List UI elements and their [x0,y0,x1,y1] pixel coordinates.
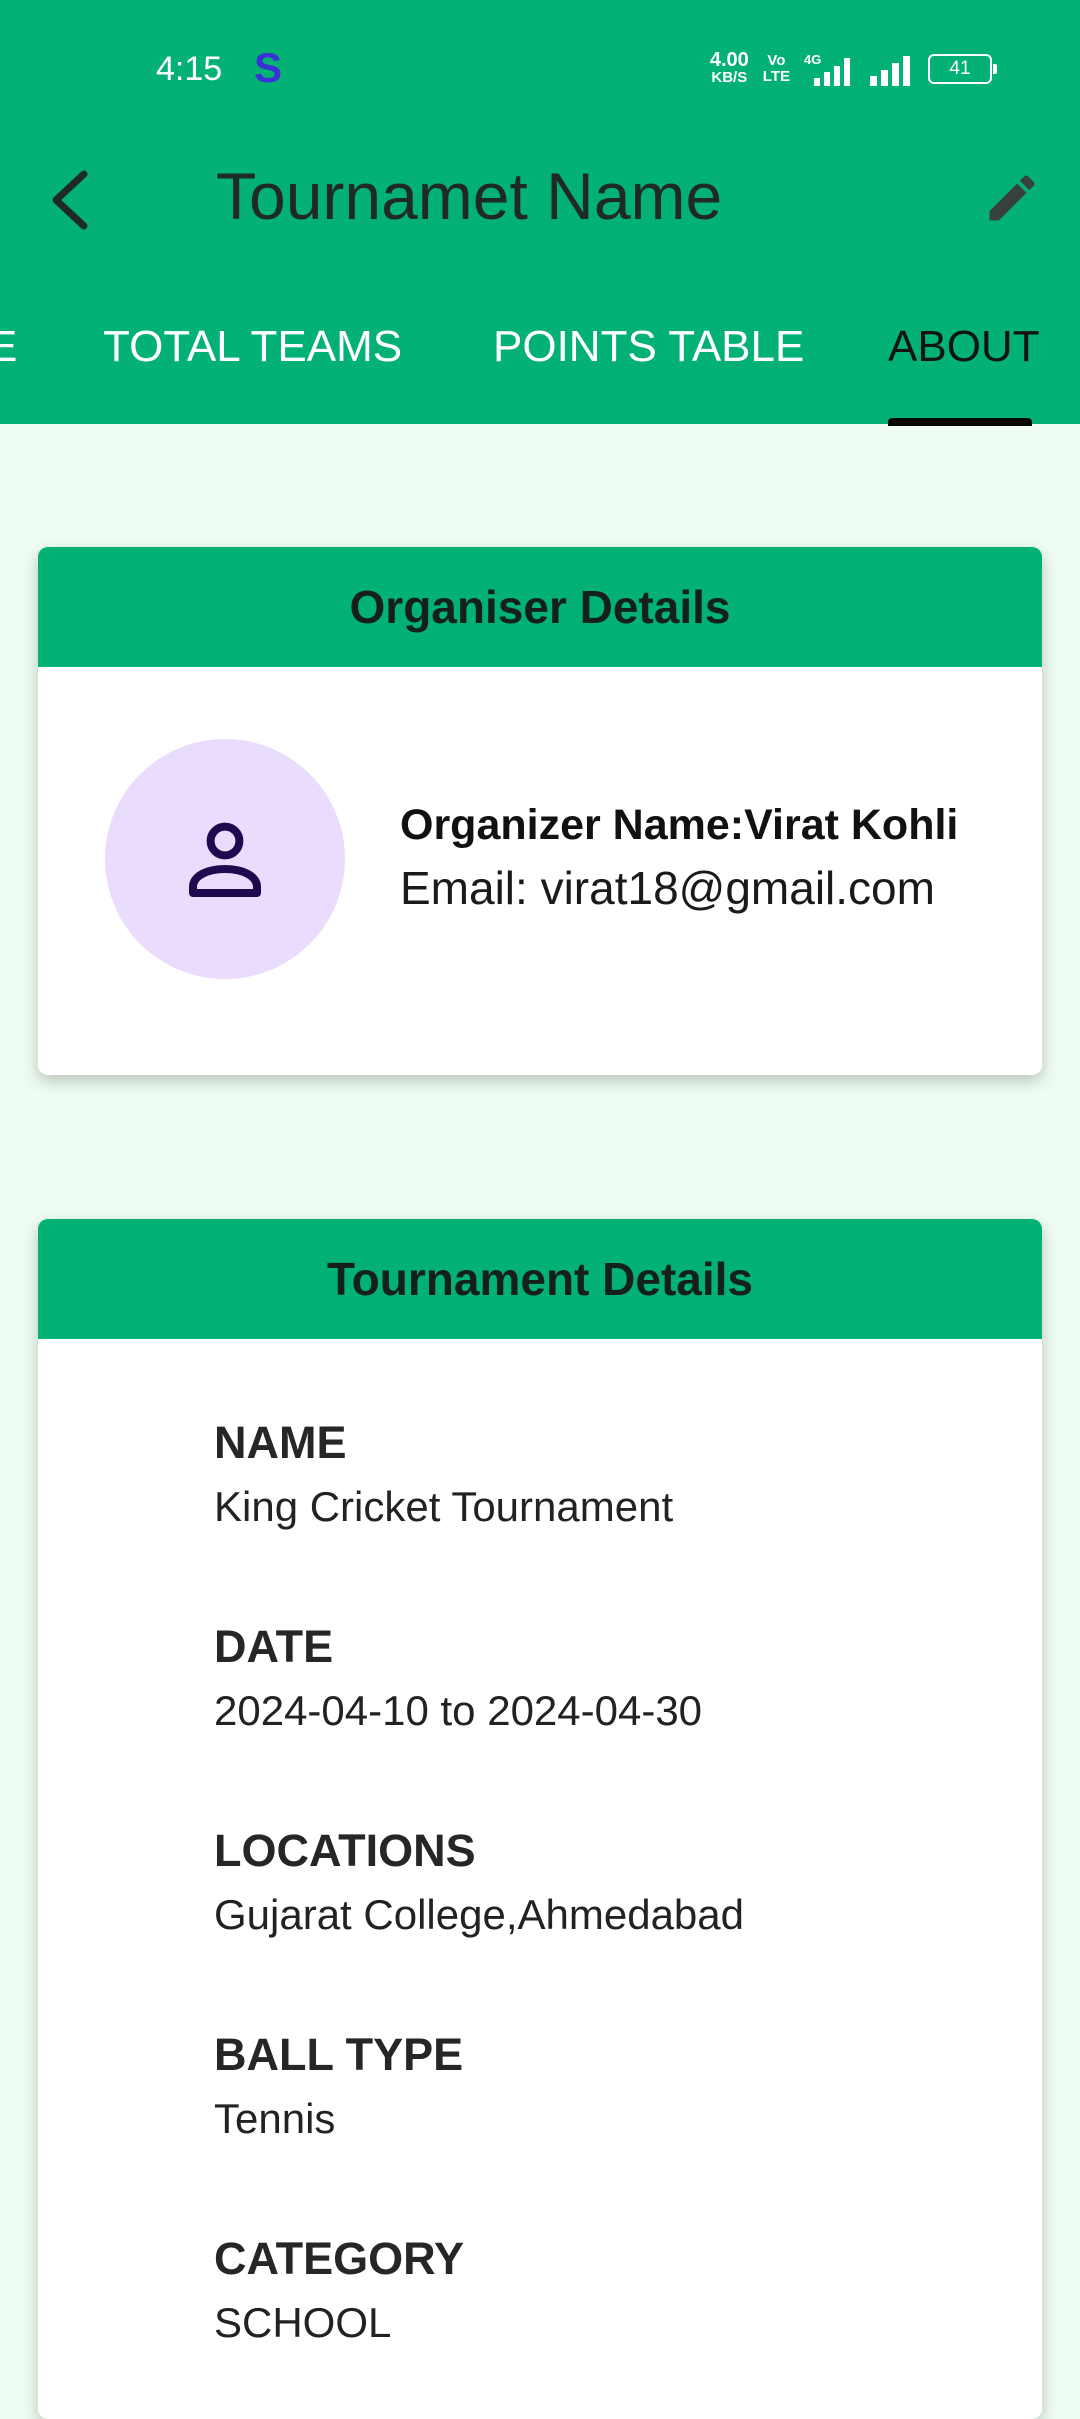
volte-indicator: Vo LTE [763,53,790,85]
detail-locations: LOCATIONS Gujarat College,Ahmedabad [214,1825,744,1939]
detail-value: 2024-04-10 to 2024-04-30 [214,1687,703,1734]
tab-total-teams[interactable]: TOTAL TEAMS [103,322,402,372]
back-button[interactable] [38,160,102,240]
detail-value: Gujarat College,Ahmedabad [214,1891,745,1938]
volte-bottom: LTE [762,68,790,85]
battery-icon: 41 [928,54,997,84]
tournament-details-header: Tournament Details [38,1219,1042,1339]
tab-about[interactable]: ABOUT [888,322,1040,372]
status-icons: 4.00 KB/S Vo LTE 4G 41 [709,49,997,86]
chevron-left-icon [52,170,88,230]
detail-label: DATE [214,1621,334,1672]
detail-value: Tennis [214,2095,336,2142]
detail-date: DATE 2024-04-10 to 2024-04-30 [214,1621,702,1735]
network-speed: 4.00 KB/S [709,49,749,86]
organiser-details-header: Organiser Details [38,547,1042,667]
organizer-name: Organizer Name:Virat Kohli [400,801,959,849]
detail-name: NAME King Cricket Tournament [214,1417,673,1531]
volte-top: Vo [767,52,786,69]
active-tab-indicator [888,418,1032,426]
svg-text:4G: 4G [804,52,821,67]
detail-value: King Cricket Tournament [214,1483,674,1530]
status-time: 4:15 [156,50,223,88]
detail-category: CATEGORY SCHOOL [214,2233,464,2347]
detail-label: CATEGORY [214,2233,465,2284]
organiser-details-card: Organiser Details Organizer Name:Virat K… [38,547,1042,1075]
detail-label: NAME [214,1417,347,1468]
avatar [105,739,345,979]
tab-points-table[interactable]: POINTS TABLE [493,322,804,372]
app-indicator-icon: S [254,44,283,91]
pencil-icon [989,175,1035,221]
network-speed-value: 4.00 [709,49,749,71]
signal-icon [870,56,910,86]
detail-value: SCHOOL [214,2299,392,2346]
detail-ball-type: BALL TYPE Tennis [214,2029,463,2143]
network-speed-unit: KB/S [711,69,748,86]
tab-partial[interactable]: E [0,322,17,372]
page-title: Tournamet Name [216,159,723,233]
edit-button[interactable] [974,160,1050,236]
organizer-email: Email: virat18@gmail.com [400,862,935,914]
app-bar: 4:15 S 4.00 KB/S Vo LTE 4G 41 Tournamet … [0,0,1080,426]
detail-label: BALL TYPE [214,2029,464,2080]
signal-4g-icon: 4G [804,52,850,86]
tournament-details-card: Tournament Details NAME King Cricket Tou… [38,1219,1042,2419]
person-icon [189,822,261,897]
detail-label: LOCATIONS [214,1825,476,1876]
